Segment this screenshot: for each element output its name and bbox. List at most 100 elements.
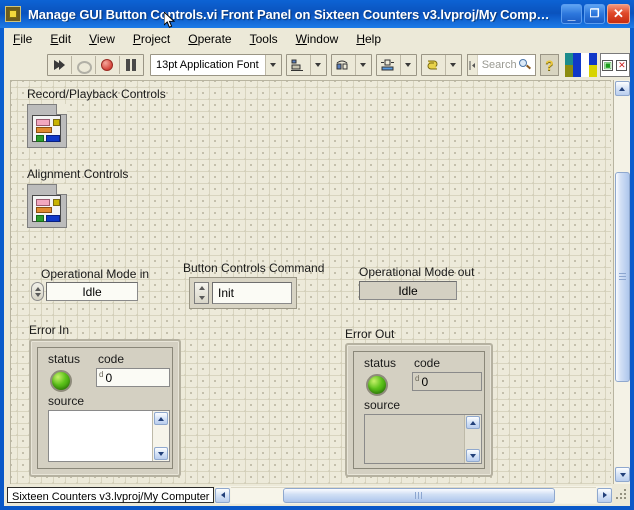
source-scrollbar[interactable]	[464, 415, 481, 463]
scroll-down-button[interactable]	[615, 467, 630, 482]
run-continuously-button[interactable]	[72, 55, 95, 75]
menu-item-tools[interactable]: Tools	[241, 29, 287, 49]
maximize-icon: ❐	[589, 8, 600, 20]
chevron-down-icon[interactable]	[354, 55, 371, 75]
menu-item-window[interactable]: Window	[287, 29, 348, 49]
decrement-icon[interactable]	[34, 292, 41, 297]
maximize-button[interactable]: ❐	[584, 4, 605, 24]
close-button[interactable]: ✕	[607, 4, 630, 24]
menu-bar: File Edit View Project Operate Tools Win…	[4, 28, 630, 51]
error-out-source-field	[364, 414, 482, 464]
align-objects-menu[interactable]	[285, 54, 327, 76]
font-selector[interactable]: 13pt Application Font	[149, 54, 282, 76]
labview-mosaic-icon	[564, 53, 597, 77]
page-fold-corner	[56, 184, 67, 195]
front-panel-icon: ▣	[602, 59, 614, 71]
close-panel-icon: ✕	[616, 59, 628, 71]
magnifier-icon	[518, 58, 532, 72]
search-box[interactable]: Search	[466, 54, 536, 76]
alignment-controls-refnum[interactable]	[27, 184, 67, 228]
error-in-cluster-border: status code d 0 source	[37, 347, 173, 469]
scroll-up-button[interactable]	[614, 81, 630, 96]
window-controls: _ ❐ ✕	[559, 4, 630, 24]
scroll-grip	[619, 272, 626, 282]
increment-decrement-spinner[interactable]	[194, 282, 209, 304]
vertical-scroll-thumb[interactable]	[615, 172, 630, 382]
increment-decrement-spinner[interactable]	[31, 282, 44, 301]
record-playback-controls-refnum[interactable]	[27, 104, 67, 148]
error-in-status-label: status	[48, 352, 81, 366]
help-icon: ?	[545, 57, 554, 73]
menu-item-operate[interactable]: Operate	[179, 29, 240, 49]
reorder-objects-menu[interactable]	[420, 54, 462, 76]
menu-item-project[interactable]: Project	[124, 29, 179, 49]
labview-front-panel-window: Manage GUI Button Controls.vi Front Pane…	[0, 0, 634, 510]
error-out-cluster: status code d 0 source	[345, 343, 493, 477]
client-area: File Edit View Project Operate Tools Win…	[4, 28, 630, 506]
chevron-down-icon[interactable]	[264, 55, 281, 75]
panel-window-icons[interactable]: ▣ ✕	[599, 53, 630, 77]
menu-item-edit[interactable]: Edit	[41, 29, 80, 49]
run-controls-group	[46, 54, 144, 76]
menu-item-file[interactable]: File	[4, 29, 41, 49]
error-out-code-value: 0	[421, 374, 429, 389]
button-controls-command-value[interactable]: Init	[212, 282, 292, 304]
scroll-left-button[interactable]	[215, 487, 231, 503]
run-continuously-icon	[76, 59, 93, 74]
error-out-status-led	[366, 374, 388, 396]
run-button[interactable]	[48, 55, 71, 75]
error-out-source-label: source	[364, 398, 401, 412]
source-scrollbar[interactable]	[152, 411, 169, 461]
error-out-code-field: d 0	[412, 372, 482, 391]
reorder-objects-icon	[422, 55, 445, 75]
error-out-code-label: code	[414, 356, 441, 370]
error-in-code-value: 0	[105, 370, 113, 385]
font-selector-value: 13pt Application Font	[155, 59, 259, 71]
distribute-objects-menu[interactable]	[330, 54, 372, 76]
horizontal-scroll-thumb[interactable]	[283, 488, 556, 503]
error-in-source-field[interactable]	[48, 410, 170, 462]
pause-icon	[125, 59, 137, 71]
operational-mode-in-value[interactable]: Idle	[46, 282, 138, 301]
window-resize-grip[interactable]	[615, 488, 629, 502]
button-controls-command-control[interactable]: Init	[189, 277, 297, 309]
decrement-icon[interactable]	[198, 296, 205, 300]
operational-mode-in-control[interactable]: Idle	[31, 282, 138, 301]
minimize-button[interactable]: _	[561, 4, 582, 24]
increment-icon[interactable]	[34, 286, 41, 291]
menu-item-help[interactable]: Help	[347, 29, 390, 49]
refnum-glyph-group	[32, 115, 61, 142]
chevron-down-icon[interactable]	[444, 55, 461, 75]
error-in-status-led	[50, 370, 72, 392]
chevron-down-icon[interactable]	[399, 55, 416, 75]
run-arrow-icon	[53, 59, 66, 72]
horizontal-scroll-track[interactable]	[231, 487, 596, 503]
resize-objects-menu[interactable]	[375, 54, 417, 76]
vertical-scrollbar[interactable]	[613, 80, 630, 484]
error-in-cluster[interactable]: status code d 0 source	[29, 339, 181, 477]
horizontal-scrollbar[interactable]	[215, 486, 612, 504]
abort-execution-icon	[101, 59, 114, 71]
context-help-button[interactable]: ?	[539, 54, 559, 76]
alignment-controls-label: Alignment Controls	[27, 167, 129, 181]
scroll-down-icon[interactable]	[466, 449, 480, 462]
close-icon: ✕	[613, 6, 624, 21]
front-panel-canvas[interactable]: Record/Playback Controls Alignment Contr…	[10, 80, 611, 484]
error-in-code-label: code	[98, 352, 125, 366]
resize-objects-icon	[377, 55, 400, 75]
search-input[interactable]: Search	[478, 59, 519, 71]
scroll-up-icon[interactable]	[154, 412, 168, 425]
error-in-code-field[interactable]: d 0	[96, 368, 170, 387]
abort-button[interactable]	[96, 55, 119, 75]
scroll-right-button[interactable]	[597, 487, 612, 503]
menu-item-view[interactable]: View	[80, 29, 124, 49]
labview-vi-icon	[5, 6, 21, 22]
increment-icon[interactable]	[198, 286, 205, 290]
chevron-down-icon[interactable]	[309, 55, 326, 75]
operational-mode-in-label: Operational Mode in	[41, 267, 150, 281]
pause-button[interactable]	[120, 55, 143, 75]
scroll-up-icon[interactable]	[466, 416, 480, 429]
scroll-down-icon[interactable]	[154, 447, 168, 460]
window-title: Manage GUI Button Controls.vi Front Pane…	[28, 6, 550, 22]
align-objects-icon	[287, 55, 310, 75]
